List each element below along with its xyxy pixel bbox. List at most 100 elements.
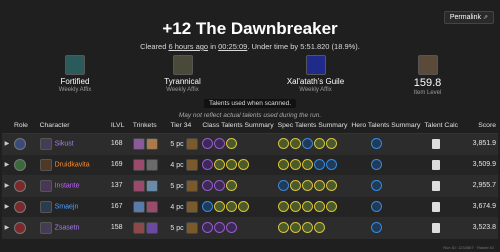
expand-chevron-icon[interactable]: ▶	[5, 141, 10, 147]
expand-cell[interactable]: ▶	[2, 196, 12, 218]
class-talent-icon[interactable]	[226, 222, 238, 233]
trinket-icon[interactable]	[132, 221, 145, 234]
talent-calc-cell[interactable]	[422, 217, 461, 239]
expand-cell[interactable]: ▶	[2, 217, 12, 239]
hero-talent-icon[interactable]	[371, 201, 383, 212]
hero-talent-icon[interactable]	[371, 159, 383, 170]
trinket-icon[interactable]	[145, 137, 158, 150]
tier-set-icon[interactable]	[185, 137, 198, 150]
character-name[interactable]: Zsasetn	[55, 224, 80, 231]
character-name[interactable]: Smaejn	[55, 203, 79, 210]
class-talent-icon[interactable]	[202, 180, 214, 191]
table-row[interactable]: ▶ Instante 137 5 pc 2,955.7	[2, 175, 498, 197]
spec-talent-icon[interactable]	[277, 180, 289, 191]
col-header-score[interactable]: Score	[460, 119, 498, 134]
hero-talent-icon[interactable]	[371, 222, 383, 233]
trinket-icon[interactable]	[132, 179, 145, 192]
class-talent-icon[interactable]	[226, 201, 238, 212]
character-cell[interactable]: Zsasetn	[37, 217, 109, 239]
table-row[interactable]: ▶ Smaejn 167 4 pc 3,674.9	[2, 196, 498, 218]
talent-calc-icon[interactable]	[432, 201, 441, 212]
table-row[interactable]: ▶ Sikust 168 5 pc 3,851.9	[2, 133, 498, 155]
spec-talent-icon[interactable]	[301, 201, 313, 212]
talent-calc-cell[interactable]	[422, 196, 461, 218]
col-header-character[interactable]: Character	[37, 119, 109, 134]
class-talent-icon[interactable]	[214, 222, 226, 233]
tier-set-icon[interactable]	[185, 221, 198, 234]
trinket-icon[interactable]	[145, 221, 158, 234]
spec-talent-icon[interactable]	[313, 138, 325, 149]
class-talent-icon[interactable]	[202, 222, 214, 233]
talent-calc-icon[interactable]	[432, 222, 441, 233]
hero-talent-icon[interactable]	[371, 138, 383, 149]
character-name[interactable]: Sikust	[55, 140, 74, 147]
table-row[interactable]: ▶ Druidkavita 169 4 pc 3,509.9	[2, 154, 498, 176]
expand-cell[interactable]: ▶	[2, 133, 12, 155]
spec-talent-icon[interactable]	[301, 222, 313, 233]
class-talent-icon[interactable]	[226, 159, 238, 170]
class-talent-icon[interactable]	[202, 159, 214, 170]
col-header-role[interactable]: Role	[11, 119, 38, 134]
trinket-icon[interactable]	[132, 158, 145, 171]
tier-set-icon[interactable]	[185, 179, 198, 192]
spec-talent-icon[interactable]	[289, 180, 301, 191]
spec-talent-icon[interactable]	[277, 159, 289, 170]
affix-fortified[interactable]: Fortified Weekly Affix	[40, 55, 110, 93]
trinket-icon[interactable]	[145, 200, 158, 213]
spec-talent-icon[interactable]	[325, 138, 337, 149]
trinket-icon[interactable]	[145, 158, 158, 171]
cleared-ago-link[interactable]: 6 hours ago	[168, 42, 208, 51]
spec-talent-icon[interactable]	[289, 159, 301, 170]
character-cell[interactable]: Sikust	[37, 133, 109, 155]
character-name[interactable]: Druidkavita	[55, 161, 90, 168]
talent-calc-cell[interactable]	[422, 154, 461, 176]
talent-calc-cell[interactable]	[422, 175, 461, 197]
character-cell[interactable]: Instante	[37, 175, 109, 197]
spec-talent-icon[interactable]	[289, 201, 301, 212]
class-talent-icon[interactable]	[226, 138, 238, 149]
tier-set-icon[interactable]	[185, 158, 198, 171]
class-talent-icon[interactable]	[238, 201, 250, 212]
col-header-class-talents[interactable]: Class Talents Summary	[200, 119, 276, 134]
class-talent-icon[interactable]	[214, 201, 226, 212]
spec-talent-icon[interactable]	[289, 138, 301, 149]
spec-talent-icon[interactable]	[277, 222, 289, 233]
talent-calc-cell[interactable]	[422, 133, 461, 155]
class-talent-icon[interactable]	[214, 159, 226, 170]
talent-calc-icon[interactable]	[432, 180, 441, 191]
spec-talent-icon[interactable]	[289, 222, 301, 233]
class-talent-icon[interactable]	[202, 138, 214, 149]
character-cell[interactable]: Smaejn	[37, 196, 109, 218]
table-row[interactable]: ▶ Zsasetn 158 5 pc 3,523.8	[2, 217, 498, 239]
spec-talent-icon[interactable]	[313, 180, 325, 191]
spec-talent-icon[interactable]	[301, 180, 313, 191]
character-name[interactable]: Instante	[55, 182, 80, 189]
talent-calc-icon[interactable]	[432, 138, 441, 149]
spec-talent-icon[interactable]	[325, 180, 337, 191]
tier-set-icon[interactable]	[185, 200, 198, 213]
spec-talent-icon[interactable]	[325, 201, 337, 212]
talent-calc-icon[interactable]	[432, 159, 441, 170]
spec-talent-icon[interactable]	[301, 159, 313, 170]
class-talent-icon[interactable]	[238, 159, 250, 170]
col-header-tier[interactable]: Tier 34	[168, 119, 201, 134]
expand-chevron-icon[interactable]: ▶	[5, 225, 10, 231]
col-header-hero-talents[interactable]: Hero Talents Summary	[349, 119, 423, 134]
trinket-icon[interactable]	[132, 137, 145, 150]
spec-talent-icon[interactable]	[301, 138, 313, 149]
col-header-trinkets[interactable]: Trinkets	[130, 119, 169, 134]
col-header-talent-calc[interactable]: Talent Calc	[422, 119, 461, 134]
expand-chevron-icon[interactable]: ▶	[5, 183, 10, 189]
spec-talent-icon[interactable]	[313, 159, 325, 170]
affix-tyrannical[interactable]: Tyrannical Weekly Affix	[145, 55, 220, 93]
expand-chevron-icon[interactable]: ▶	[5, 204, 10, 210]
col-header-ilvl[interactable]: ILVL	[108, 119, 131, 134]
col-header-spec-talents[interactable]: Spec Talents Summary	[275, 119, 350, 134]
class-talent-icon[interactable]	[226, 180, 238, 191]
character-cell[interactable]: Druidkavita	[37, 154, 109, 176]
expand-chevron-icon[interactable]: ▶	[5, 162, 10, 168]
trinket-icon[interactable]	[145, 179, 158, 192]
class-talent-icon[interactable]	[214, 138, 226, 149]
class-talent-icon[interactable]	[214, 180, 226, 191]
expand-cell[interactable]: ▶	[2, 175, 12, 197]
